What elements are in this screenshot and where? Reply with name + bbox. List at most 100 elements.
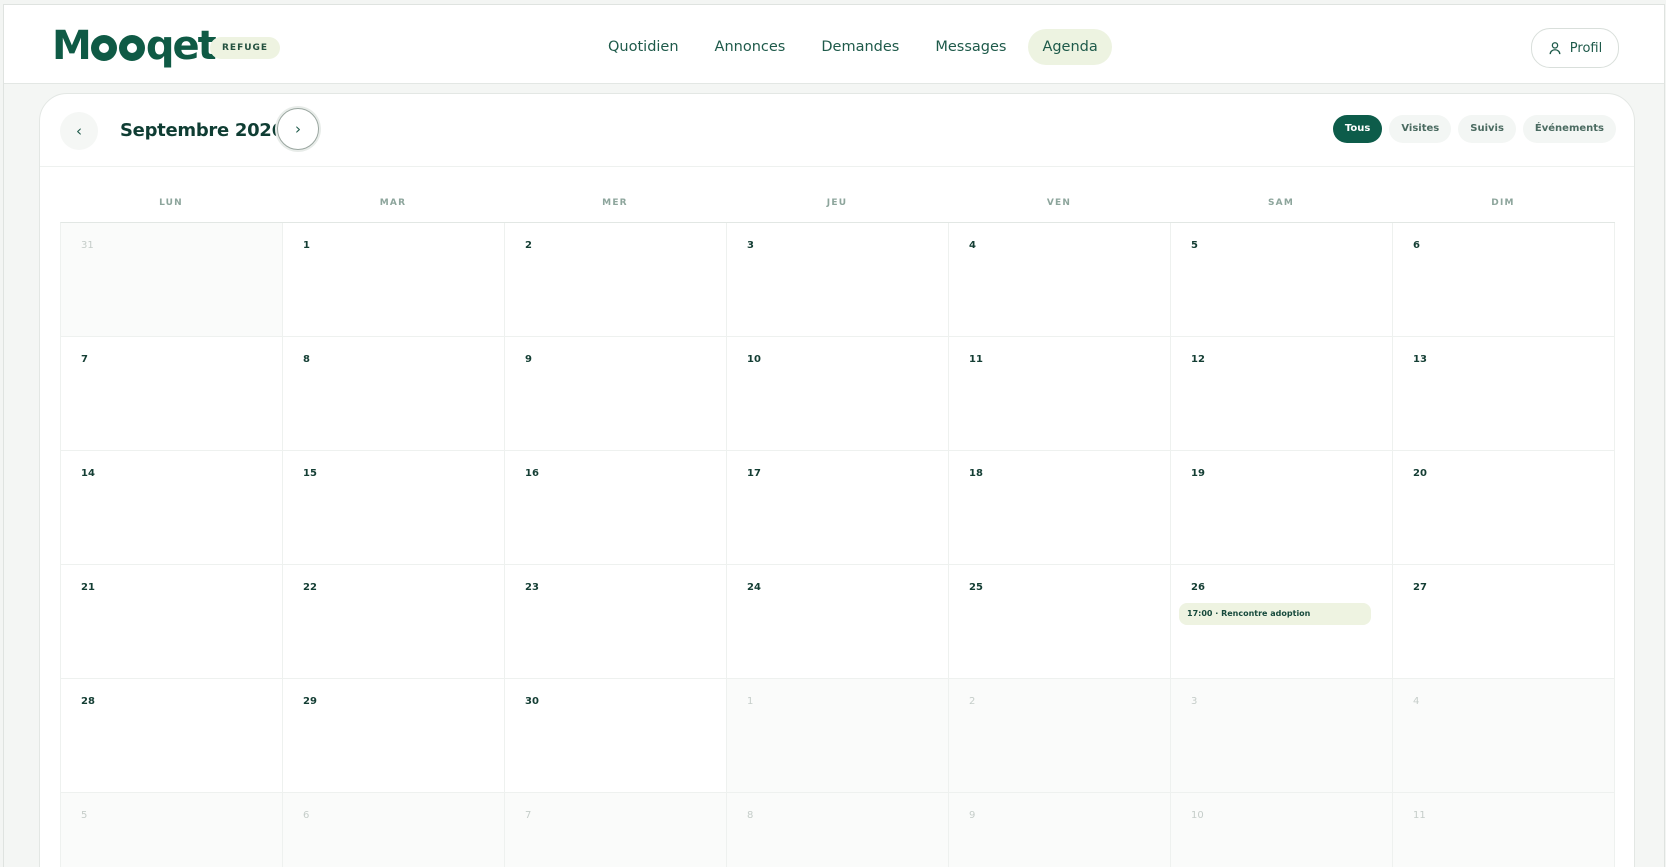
day-number: 2 (525, 240, 532, 251)
day-number: 8 (747, 810, 754, 821)
day-cell[interactable]: 9 (505, 337, 727, 451)
day-number: 31 (81, 240, 94, 251)
day-cell[interactable]: 4 (1393, 679, 1615, 793)
day-cell[interactable]: 7 (505, 793, 727, 867)
app-window: Mqet REFUGE Quotidien Annonces Demandes Mes… (3, 4, 1665, 867)
weekday-label: DIM (1491, 198, 1515, 208)
filter-chip[interactable]: Visites (1389, 115, 1452, 143)
day-cell[interactable]: 21 (61, 565, 283, 679)
weekday-label: SAM (1267, 198, 1294, 208)
day-number: 30 (525, 696, 539, 707)
day-cell[interactable]: 10 (1171, 793, 1393, 867)
day-number: 21 (81, 582, 95, 593)
nav-item-agenda[interactable]: Agenda (1028, 29, 1112, 65)
nav-item-annonces[interactable]: Annonces (701, 29, 800, 65)
day-cell[interactable]: 6 (283, 793, 505, 867)
day-cell[interactable]: 4 (949, 223, 1171, 337)
day-cell[interactable]: 1 (727, 679, 949, 793)
day-cell[interactable]: 23 (505, 565, 727, 679)
weekday-header-row: LUN MAR MER JEU VEN SAM DIM (60, 198, 1614, 218)
day-cell[interactable]: 5 (61, 793, 283, 867)
day-number: 9 (525, 354, 532, 365)
day-number: 23 (525, 582, 539, 593)
main-nav: Quotidien Annonces Demandes Messages Agenda (594, 29, 1112, 65)
top-navigation-bar: Mqet REFUGE Quotidien Annonces Demandes Mes… (4, 5, 1664, 84)
nav-item-messages[interactable]: Messages (921, 29, 1020, 65)
calendar-event[interactable]: 17:00 · Rencontre adoption (1179, 603, 1371, 625)
day-cell[interactable]: 12 (1171, 337, 1393, 451)
day-cell[interactable]: 27 (1393, 565, 1615, 679)
day-cell[interactable]: 18 (949, 451, 1171, 565)
weekday-label: LUN (159, 198, 183, 208)
day-cell[interactable]: 30 (505, 679, 727, 793)
filter-chip[interactable]: Tous (1332, 115, 1383, 143)
day-cell[interactable]: 3 (727, 223, 949, 337)
day-cell[interactable]: 3 (1171, 679, 1393, 793)
day-number: 8 (303, 354, 310, 365)
day-number: 4 (1413, 696, 1420, 707)
day-cell[interactable]: 14 (61, 451, 283, 565)
day-cell[interactable]: 2 (505, 223, 727, 337)
day-number: 4 (969, 240, 976, 251)
day-cell[interactable]: 20 (1393, 451, 1615, 565)
day-cell[interactable]: 15 (283, 451, 505, 565)
user-icon (1549, 42, 1561, 55)
brand-logo[interactable]: Mqet (52, 23, 217, 69)
profile-button[interactable]: Profil (1531, 28, 1619, 68)
day-cell[interactable]: 9 (949, 793, 1171, 867)
day-number: 10 (747, 354, 761, 365)
day-cell[interactable]: 11 (949, 337, 1171, 451)
day-number: 16 (525, 468, 539, 479)
day-cell[interactable]: 13 (1393, 337, 1615, 451)
day-cell[interactable]: 17 (727, 451, 949, 565)
filter-chip[interactable]: Événements (1522, 115, 1616, 143)
weekday-label: MAR (379, 198, 407, 208)
day-number: 10 (1191, 810, 1204, 821)
month-grid: 31 1 2 3 4 5 6 7 8 9 10 11 12 13 14 15 16 17 18 19 20 21 22 23 2… (60, 222, 1615, 867)
day-cell[interactable]: 19 (1171, 451, 1393, 565)
nav-item-demandes[interactable]: Demandes (807, 29, 913, 65)
day-number: 7 (81, 354, 88, 365)
day-number: 1 (747, 696, 754, 707)
day-cell[interactable]: 5 (1171, 223, 1393, 337)
weekday-label: VEN (1046, 198, 1072, 208)
chevron-left-icon: ‹ (76, 122, 82, 140)
nav-item-quotidien[interactable]: Quotidien (594, 29, 693, 65)
day-cell[interactable]: 22 (283, 565, 505, 679)
day-cell[interactable]: 6 (1393, 223, 1615, 337)
profile-label: Profil (1569, 40, 1603, 56)
day-cell[interactable]: 11 (1393, 793, 1615, 867)
day-number: 11 (1413, 810, 1426, 821)
filter-chip[interactable]: Suivis (1458, 115, 1516, 143)
day-cell[interactable]: 24 (727, 565, 949, 679)
day-cell[interactable]: 28 (61, 679, 283, 793)
day-cell[interactable]: 26 17:00 · Rencontre adoption (1171, 565, 1393, 679)
day-number: 20 (1413, 468, 1427, 479)
day-cell[interactable]: 29 (283, 679, 505, 793)
chevron-right-icon: › (295, 120, 301, 138)
day-cell[interactable]: 10 (727, 337, 949, 451)
day-cell[interactable]: 8 (283, 337, 505, 451)
day-number: 17 (747, 468, 761, 479)
day-cell[interactable]: 25 (949, 565, 1171, 679)
next-month-button[interactable]: › (277, 108, 319, 150)
day-number: 7 (525, 810, 532, 821)
day-number: 28 (81, 696, 95, 707)
day-number: 6 (303, 810, 310, 821)
day-cell[interactable]: 7 (61, 337, 283, 451)
day-number: 11 (969, 354, 983, 365)
day-number: 2 (969, 696, 976, 707)
refuge-badge: REFUGE (210, 37, 281, 59)
day-cell[interactable]: 16 (505, 451, 727, 565)
day-cell[interactable]: 8 (727, 793, 949, 867)
day-number: 9 (969, 810, 976, 821)
weekday-label: JEU (826, 198, 848, 208)
day-cell[interactable]: 1 (283, 223, 505, 337)
day-cell[interactable]: 31 (61, 223, 283, 337)
day-number: 19 (1191, 468, 1205, 479)
day-number: 18 (969, 468, 983, 479)
previous-month-button[interactable]: ‹ (60, 112, 98, 150)
day-number: 3 (1191, 696, 1198, 707)
day-cell[interactable]: 2 (949, 679, 1171, 793)
month-title: Septembre 2026 (120, 120, 284, 141)
